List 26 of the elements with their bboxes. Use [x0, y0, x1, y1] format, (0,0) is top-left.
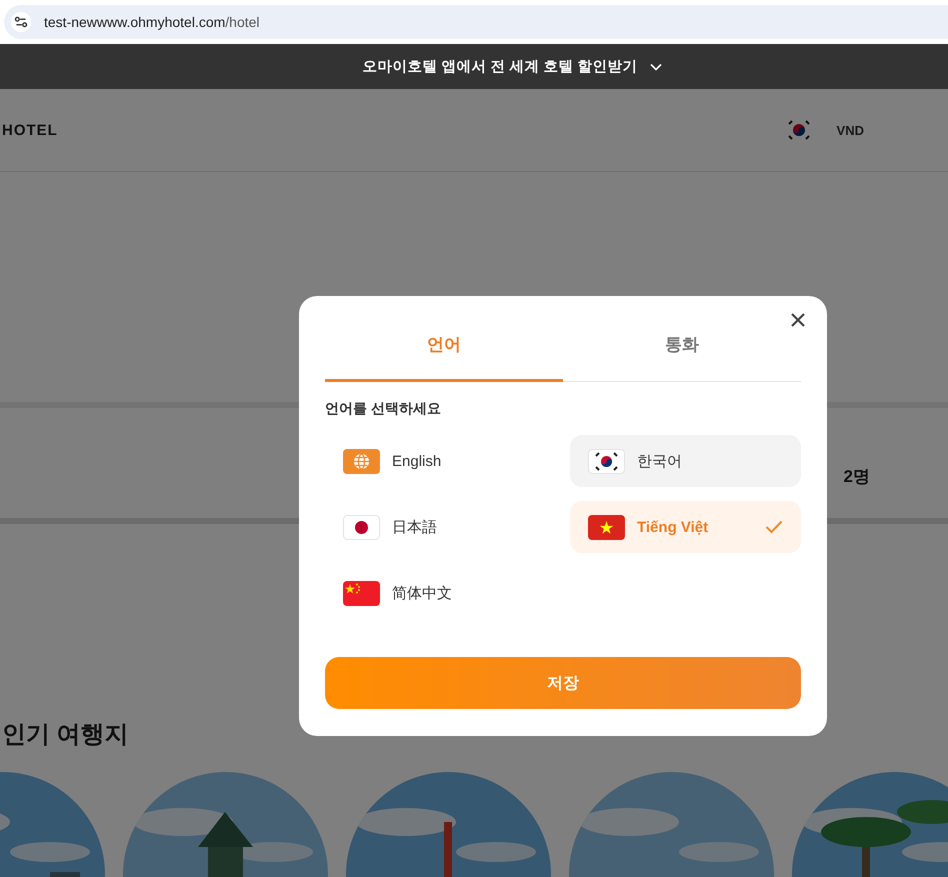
globe-icon	[343, 448, 380, 474]
banner-text: 오마이호텔 앱에서 전 세계 호텔 할인받기	[362, 58, 638, 76]
chevron-down-icon	[650, 62, 662, 70]
site-settings-icon[interactable]	[10, 11, 32, 33]
flag-icon	[588, 514, 625, 540]
prompt-text: 언어를 선택하세요	[325, 400, 442, 418]
language-option[interactable]: 한국어	[570, 435, 801, 487]
guests-field[interactable]: 2명	[844, 438, 870, 488]
address-bar[interactable]: test-newwww.ohmyhotel.com/hotel	[4, 5, 948, 39]
close-icon[interactable]	[790, 312, 806, 328]
language-option[interactable]: English	[325, 435, 556, 487]
app-promo-banner[interactable]: 오마이호텔 앱에서 전 세계 호텔 할인받기	[0, 44, 948, 89]
check-icon	[765, 520, 783, 534]
tab[interactable]: 통화	[563, 318, 801, 382]
language-option[interactable]: Tiếng Việt	[570, 501, 801, 553]
tab[interactable]: 언어	[325, 318, 563, 382]
section-title: 인기 여행지	[2, 720, 130, 750]
url-text: test-newwww.ohmyhotel.com/hotel	[44, 14, 260, 30]
flag-icon	[343, 580, 380, 606]
flag-icon	[343, 514, 380, 540]
currency-selector[interactable]: VND	[836, 122, 864, 138]
save-button[interactable]: 저장	[325, 657, 801, 709]
site-logo[interactable]: HOTEL	[2, 122, 58, 138]
flag-icon	[588, 448, 625, 474]
language-option[interactable]: 日本語	[325, 501, 556, 553]
language-option[interactable]: 简体中文	[325, 567, 556, 619]
